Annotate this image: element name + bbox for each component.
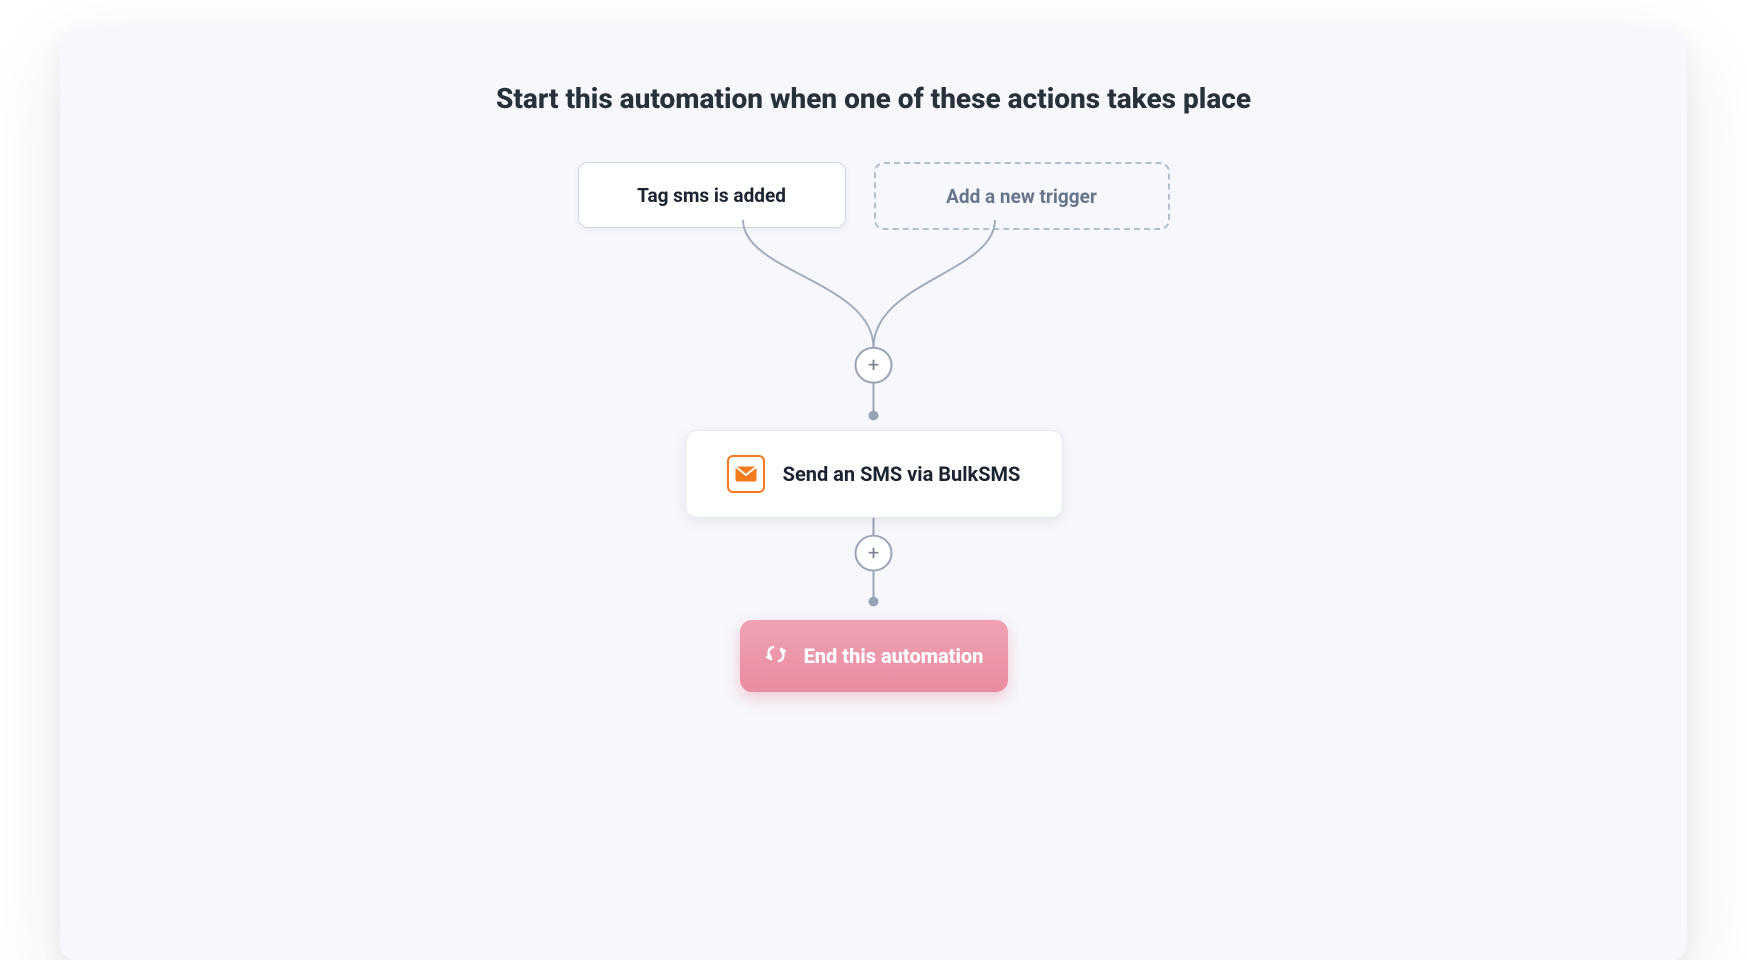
trigger-label: Tag sms is added [637, 184, 786, 207]
canvas-title: Start this automation when one of these … [60, 82, 1687, 115]
action-send-sms-bulksms[interactable]: Send an SMS via BulkSMS [685, 430, 1063, 518]
action-label: Send an SMS via BulkSMS [783, 462, 1021, 486]
add-step-top-button[interactable] [856, 348, 892, 383]
trigger-row: Tag sms is added Add a new trigger [60, 162, 1687, 230]
add-step-bottom-button[interactable] [856, 536, 892, 571]
automation-canvas: Start this automation when one of these … [60, 30, 1687, 960]
add-trigger-button[interactable]: Add a new trigger [874, 162, 1170, 230]
end-automation-button[interactable]: End this automation [740, 620, 1008, 692]
add-trigger-label: Add a new trigger [946, 185, 1097, 208]
end-label: End this automation [804, 644, 984, 668]
trigger-tag-sms-added[interactable]: Tag sms is added [578, 162, 846, 228]
swap-arrows-icon [764, 644, 788, 668]
mail-icon [727, 455, 765, 493]
